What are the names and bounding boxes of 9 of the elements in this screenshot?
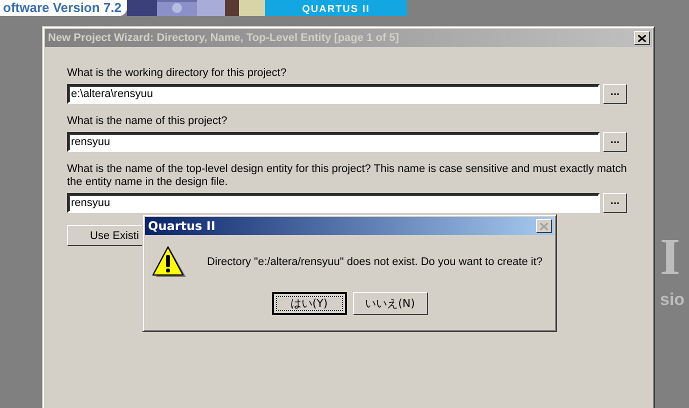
logo-text: QUARTUS II bbox=[302, 4, 370, 15]
dialog-title: Quartus II bbox=[148, 219, 216, 233]
field-label: What is the name of this project? bbox=[67, 115, 228, 128]
field-label: What is the working directory for this project? bbox=[67, 67, 288, 80]
message-text: Directory "e:/altera/rensyuu" does not exist. Do you want to create it? bbox=[207, 256, 543, 268]
field-label: What is the name of the top-level design entity for this project? This name is case sensitive and must exactly match the entity name in the design file. bbox=[67, 163, 627, 189]
version-text: oftware Version 7.2 bbox=[3, 1, 122, 15]
background-text: sio bbox=[660, 291, 685, 309]
background-text: I bbox=[660, 232, 680, 284]
